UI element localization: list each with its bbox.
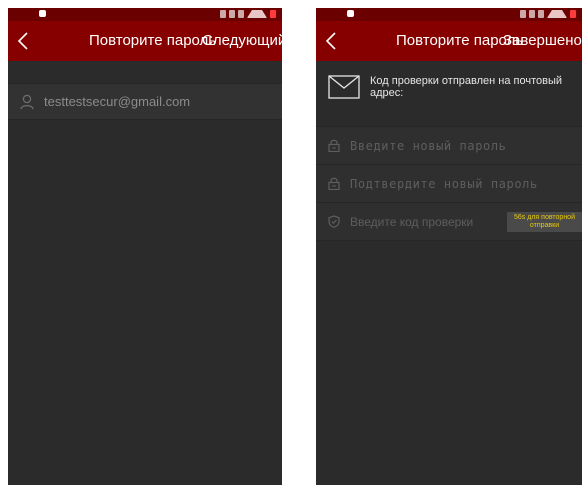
status-icons: [520, 9, 576, 19]
confirm-password-field[interactable]: Подтвердите новый пароль: [316, 164, 582, 202]
email-value: testtestsecur@gmail.com: [44, 94, 191, 109]
verification-notice: Код проверки отправлен на почтовый адрес…: [316, 61, 582, 113]
notification-icon: [39, 10, 46, 17]
envelope-icon: [328, 75, 360, 99]
new-password-field[interactable]: Введите новый пароль: [316, 126, 582, 164]
phone-screen-left: Повторите пароль Следующий testtestsecur…: [8, 8, 282, 485]
battery-icon: [570, 10, 576, 18]
back-button[interactable]: [322, 29, 342, 53]
email-field[interactable]: testtestsecur@gmail.com: [8, 83, 282, 120]
alarm-icon: [529, 10, 535, 18]
user-icon: [20, 94, 34, 109]
status-bar: [316, 8, 582, 21]
spacer: [8, 61, 282, 83]
back-button[interactable]: [14, 29, 34, 53]
sim-icon: [520, 10, 526, 18]
done-button[interactable]: Завершено: [503, 32, 582, 49]
notice-text: Код проверки отправлен на почтовый адрес…: [370, 75, 563, 99]
app-header: Повторите пароль Следующий: [8, 21, 282, 61]
app-header: Повторите пароль Завершено: [316, 21, 582, 61]
chevron-left-icon: [17, 32, 28, 50]
alarm-icon: [229, 10, 235, 18]
lock-icon: [328, 139, 340, 152]
sim-icon: [220, 10, 226, 18]
confirm-password-placeholder: Подтвердите новый пароль: [350, 176, 538, 191]
page-title: Повторите пароль: [89, 32, 217, 49]
bluetooth-icon: [538, 10, 544, 18]
signal-icon: [247, 10, 267, 18]
phone-screen-right: Повторите пароль Завершено Код проверки …: [316, 8, 582, 485]
signal-icon: [547, 10, 567, 18]
lock-icon: [328, 177, 340, 190]
bluetooth-icon: [238, 10, 244, 18]
next-button[interactable]: Следующий: [202, 32, 282, 49]
chevron-left-icon: [325, 32, 336, 50]
verification-code-placeholder: Введите код проверки: [350, 214, 474, 229]
status-bar: [8, 8, 282, 21]
shield-check-icon: [328, 215, 340, 228]
battery-icon: [270, 10, 276, 18]
status-icons: [220, 9, 276, 19]
notification-icon: [347, 10, 354, 17]
verification-code-field[interactable]: Введите код проверки 56s для повторной о…: [316, 202, 582, 241]
resend-countdown-button[interactable]: 56s для повторной отправки: [507, 212, 582, 232]
new-password-placeholder: Введите новый пароль: [350, 138, 507, 153]
